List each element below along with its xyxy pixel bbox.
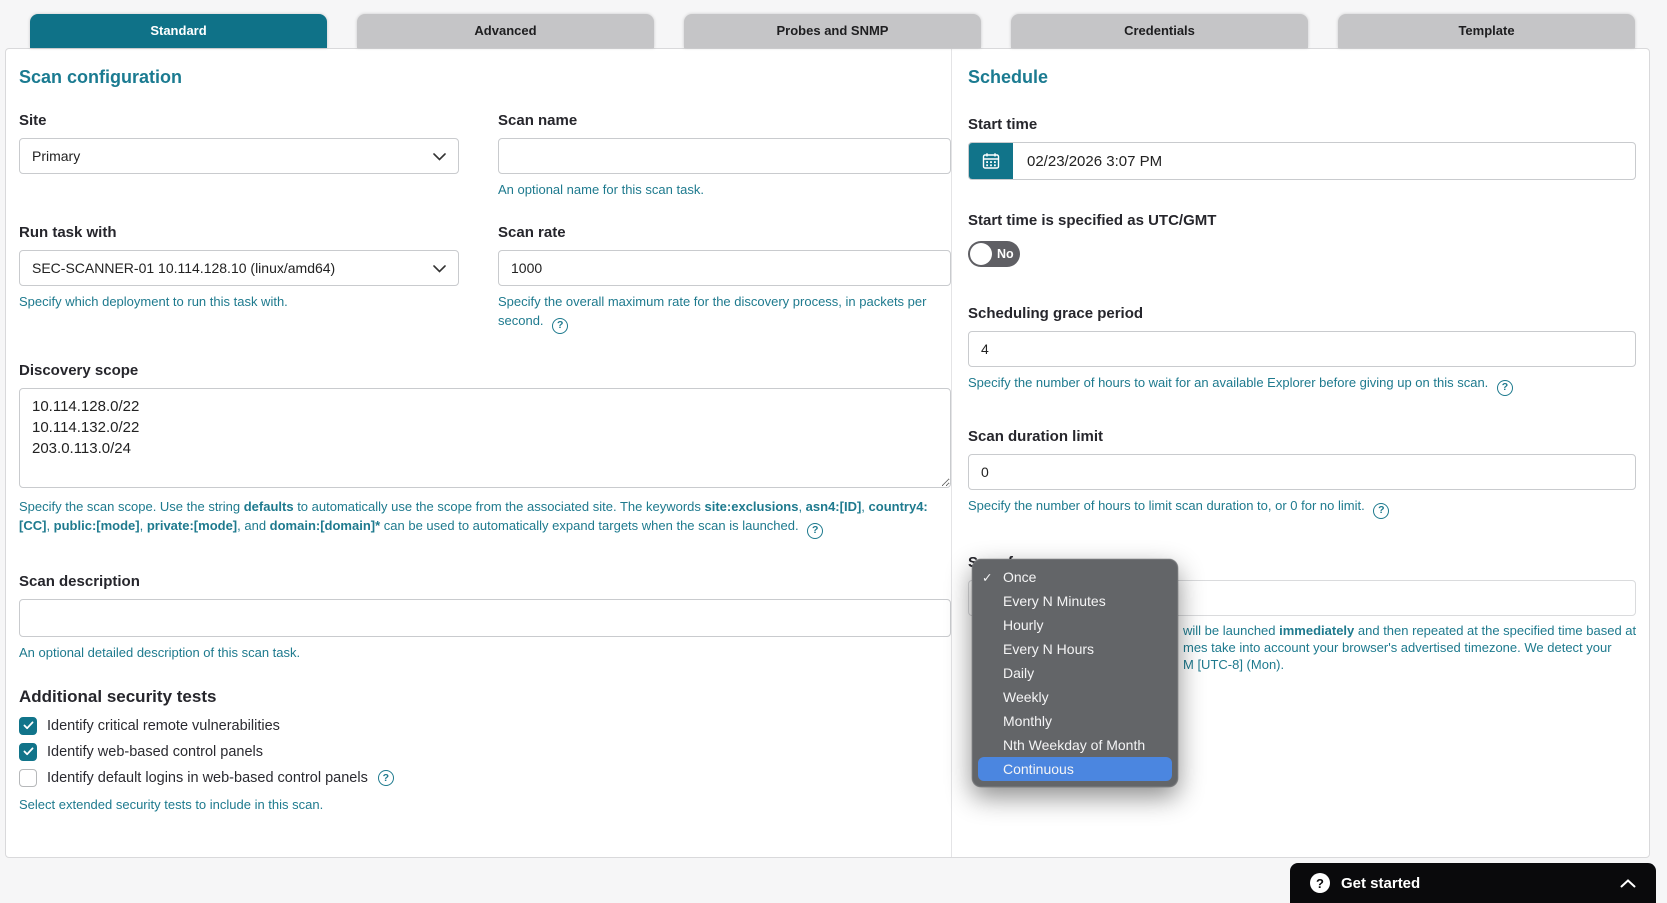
frequency-option-label: Continuous [1003, 761, 1074, 777]
scan-description-helper: An optional detailed description of this… [19, 643, 951, 663]
checkbox-checked-icon[interactable] [19, 743, 37, 761]
scan-rate-helper: Specify the overall maximum rate for the… [498, 292, 951, 334]
scan-name-label: Scan name [498, 112, 951, 129]
help-icon[interactable]: ? [378, 770, 394, 786]
start-time-label: Start time [968, 116, 1636, 133]
frequency-option-label: Daily [1003, 665, 1034, 681]
frequency-option-nth-weekday-of-month[interactable]: Nth Weekday of Month [978, 733, 1172, 757]
frequency-option-label: Nth Weekday of Month [1003, 737, 1145, 753]
site-field-group: Site Primary [19, 112, 459, 200]
get-started-label: Get started [1341, 875, 1420, 892]
scan-configuration-section: Scan configuration Site Primary Scan nam… [6, 49, 952, 857]
scan-description-label: Scan description [19, 573, 951, 590]
schedule-section: Schedule Start time 02/23/2026 3:07 PM S… [952, 49, 1652, 857]
tab-template[interactable]: Template [1338, 14, 1635, 48]
scan-rate-label: Scan rate [498, 224, 951, 241]
frequency-option-weekly[interactable]: Weekly [978, 685, 1172, 709]
calendar-icon[interactable] [969, 143, 1013, 179]
tab-bar: Standard Advanced Probes and SNMP Credentia… [30, 14, 1635, 48]
frequency-option-label: Weekly [1003, 689, 1049, 705]
frequency-option-label: Hourly [1003, 617, 1043, 633]
frequency-option-label: Once [1003, 569, 1036, 585]
run-task-label: Run task with [19, 224, 459, 241]
scan-name-helper: An optional name for this scan task. [498, 180, 951, 200]
frequency-option-continuous[interactable]: Continuous [978, 757, 1172, 781]
run-task-select[interactable]: SEC-SCANNER-01 10.114.128.10 (linux/amd6… [19, 250, 459, 286]
grace-period-input[interactable] [968, 331, 1636, 367]
frequency-option-every-n-hours[interactable]: Every N Hours [978, 637, 1172, 661]
checkbox-checked-icon[interactable] [19, 717, 37, 735]
security-option-label: Identify default logins in web-based con… [47, 770, 368, 786]
run-task-select-value: SEC-SCANNER-01 10.114.128.10 (linux/amd6… [32, 260, 335, 276]
frequency-option-daily[interactable]: Daily [978, 661, 1172, 685]
help-icon[interactable]: ? [1373, 503, 1389, 519]
run-task-field-group: Run task with SEC-SCANNER-01 10.114.128.… [19, 224, 459, 334]
security-option-identify-critical-remote-vulnerabilities[interactable]: Identify critical remote vulnerabilities [19, 717, 951, 735]
get-started-button[interactable]: ? Get started [1290, 863, 1656, 903]
scan-name-field-group: Scan name An optional name for this scan… [498, 112, 951, 200]
discovery-scope-label: Discovery scope [19, 362, 951, 379]
scan-description-input[interactable] [19, 599, 951, 637]
utc-toggle-value: No [997, 247, 1014, 261]
chevron-down-icon [433, 148, 446, 164]
security-tests-heading: Additional security tests [19, 687, 951, 707]
discovery-scope-textarea[interactable]: 10.114.128.0/22 10.114.132.0/22 203.0.11… [19, 388, 951, 488]
schedule-heading: Schedule [968, 67, 1636, 88]
frequency-menu: ✓Once Every N Minutes Hourly Every N Hours D… [972, 559, 1178, 787]
scan-rate-field-group: Scan rate Specify the overall maximum ra… [498, 224, 951, 334]
tab-advanced[interactable]: Advanced [357, 14, 654, 48]
discovery-scope-field-group: Discovery scope 10.114.128.0/22 10.114.1… [19, 362, 951, 539]
security-options: Identify critical remote vulnerabilities… [19, 717, 951, 787]
duration-limit-helper: Specify the number of hours to limit sca… [968, 496, 1636, 519]
security-option-identify-web-based-control-panels[interactable]: Identify web-based control panels [19, 743, 951, 761]
scan-description-field-group: Scan description An optional detailed de… [19, 573, 951, 663]
scan-configuration-heading: Scan configuration [19, 67, 951, 88]
security-option-label: Identify critical remote vulnerabilities [47, 718, 280, 734]
duration-limit-input[interactable] [968, 454, 1636, 490]
toggle-knob [970, 243, 992, 265]
frequency-option-label: Every N Hours [1003, 641, 1094, 657]
site-label: Site [19, 112, 459, 129]
frequency-option-every-n-minutes[interactable]: Every N Minutes [978, 589, 1172, 613]
run-task-helper: Specify which deployment to run this tas… [19, 292, 459, 312]
grace-period-helper: Specify the number of hours to wait for … [968, 373, 1636, 396]
chevron-up-icon[interactable] [1620, 879, 1636, 888]
checkmark-icon: ✓ [982, 570, 1003, 585]
help-icon[interactable]: ? [1497, 380, 1513, 396]
scan-name-input[interactable] [498, 138, 951, 174]
tab-probes-and-snmp[interactable]: Probes and SNMP [684, 14, 981, 48]
frequency-option-label: Monthly [1003, 713, 1052, 729]
scan-rate-input[interactable] [498, 250, 951, 286]
tab-credentials[interactable]: Credentials [1011, 14, 1308, 48]
frequency-option-label: Every N Minutes [1003, 593, 1106, 609]
frequency-option-once[interactable]: ✓Once [978, 565, 1172, 589]
utc-label: Start time is specified as UTC/GMT [968, 212, 1636, 229]
help-bubble-icon: ? [1310, 873, 1330, 893]
start-time-value: 02/23/2026 3:07 PM [1013, 153, 1162, 170]
tab-standard[interactable]: Standard [30, 14, 327, 48]
security-tests-helper: Select extended security tests to includ… [19, 795, 951, 815]
help-icon[interactable]: ? [552, 318, 568, 334]
utc-toggle[interactable]: No [968, 241, 1020, 267]
site-select-value: Primary [32, 148, 80, 164]
checkbox-unchecked-icon[interactable] [19, 769, 37, 787]
grace-period-label: Scheduling grace period [968, 305, 1636, 322]
chevron-down-icon [433, 260, 446, 276]
frequency-option-monthly[interactable]: Monthly [978, 709, 1172, 733]
duration-limit-label: Scan duration limit [968, 428, 1636, 445]
discovery-scope-helper: Specify the scan scope. Use the string d… [19, 497, 951, 539]
start-time-picker[interactable]: 02/23/2026 3:07 PM [968, 142, 1636, 180]
security-tests-section: Additional security tests Identify criti… [19, 687, 951, 815]
scan-form-panel: Scan configuration Site Primary Scan nam… [5, 48, 1650, 858]
frequency-option-hourly[interactable]: Hourly [978, 613, 1172, 637]
security-option-identify-default-logins-in-web-based-control-panels[interactable]: Identify default logins in web-based con… [19, 769, 951, 787]
security-option-label: Identify web-based control panels [47, 744, 263, 760]
site-select[interactable]: Primary [19, 138, 459, 174]
help-icon[interactable]: ? [807, 523, 823, 539]
